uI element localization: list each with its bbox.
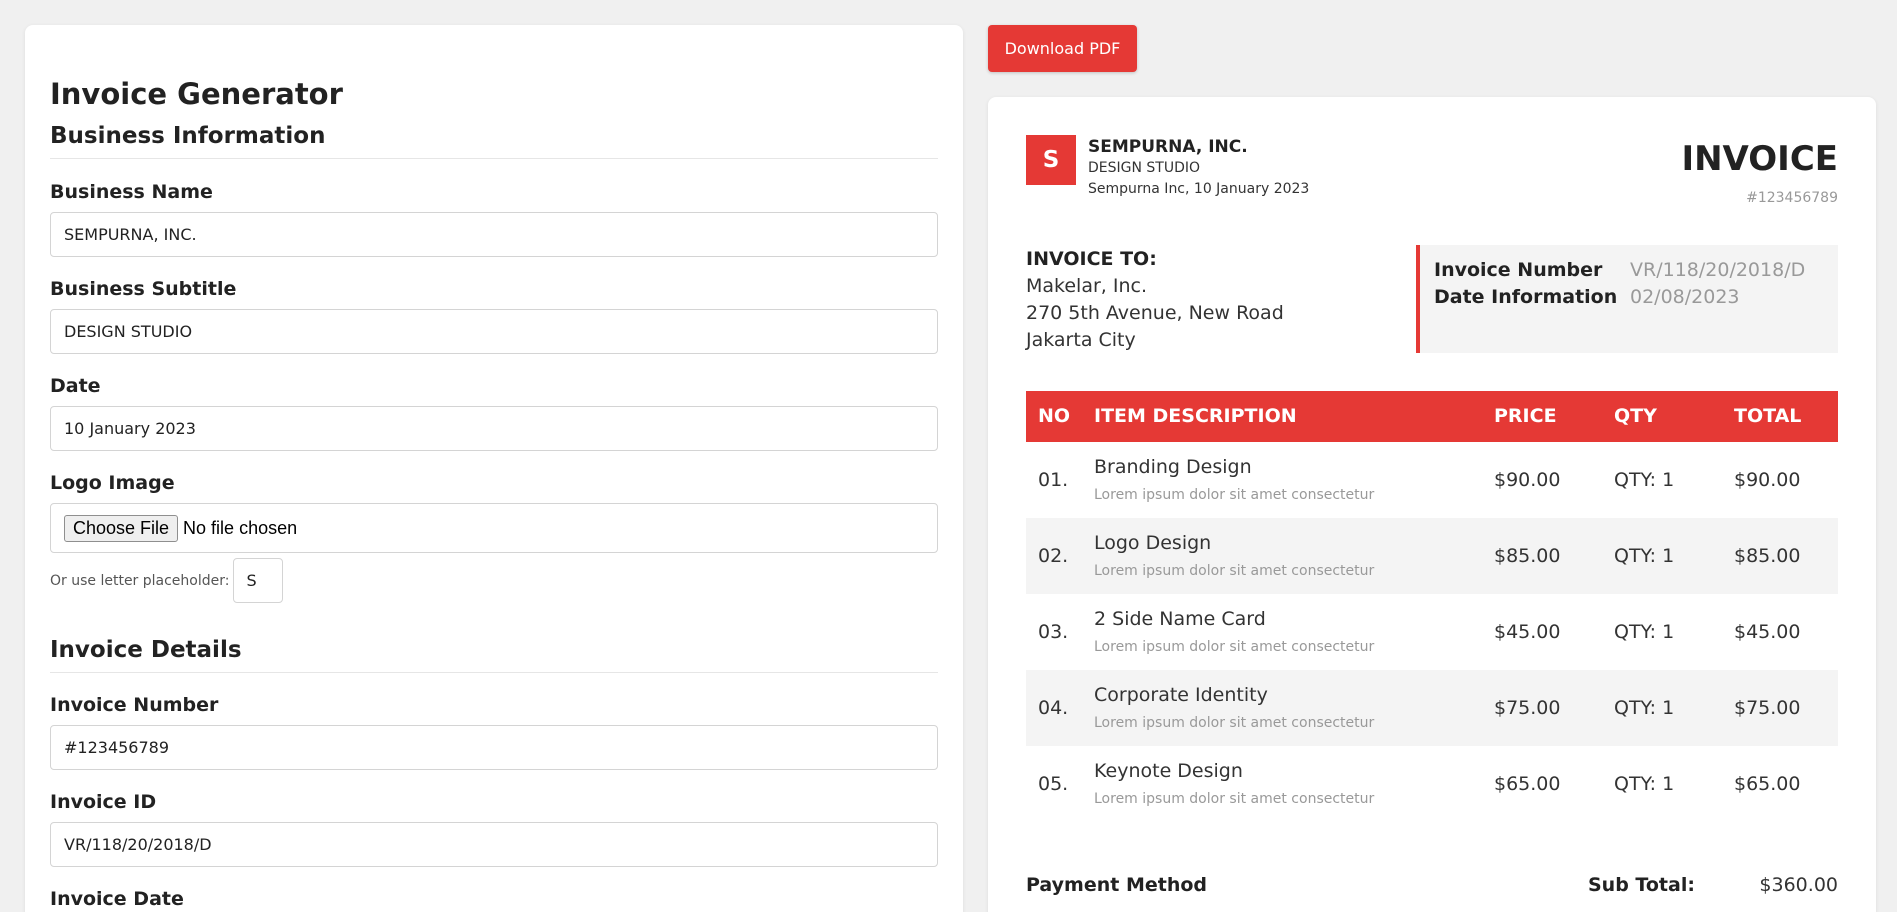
subtotal-value: $360.00 bbox=[1759, 874, 1838, 896]
letter-placeholder-label: Or use letter placeholder: bbox=[50, 572, 230, 589]
invoice-heading: INVOICE bbox=[1681, 139, 1838, 179]
item-number: 05. bbox=[1038, 773, 1069, 795]
item-number: 04. bbox=[1038, 697, 1069, 719]
item-price: $45.00 bbox=[1494, 621, 1561, 643]
item-total: $90.00 bbox=[1734, 469, 1801, 491]
item-description: Lorem ipsum dolor sit amet consectetur bbox=[1094, 791, 1375, 807]
date-label: Date bbox=[50, 375, 101, 397]
item-price: $65.00 bbox=[1494, 773, 1561, 795]
item-price: $85.00 bbox=[1494, 545, 1561, 567]
letter-placeholder-row: Or use letter placeholder: bbox=[50, 558, 284, 603]
info-number-value: VR/118/20/2018/D bbox=[1630, 259, 1806, 281]
invoice-to-label: INVOICE TO: bbox=[1026, 248, 1157, 270]
business-name-input[interactable] bbox=[50, 212, 938, 257]
item-number: 01. bbox=[1038, 469, 1069, 491]
item-total: $65.00 bbox=[1734, 773, 1801, 795]
invoice-form-panel: Invoice Generator Business Information B… bbox=[25, 25, 963, 912]
preview-business-line: Sempurna Inc, 10 January 2023 bbox=[1088, 181, 1310, 197]
item-total: $45.00 bbox=[1734, 621, 1801, 643]
invoice-number-label: Invoice Number bbox=[50, 694, 219, 716]
preview-business-name: SEMPURNA, INC. bbox=[1088, 137, 1248, 157]
section-divider bbox=[50, 158, 938, 159]
logo-image-label: Logo Image bbox=[50, 472, 175, 494]
items-table-header: NO ITEM DESCRIPTION PRICE QTY TOTAL bbox=[1026, 391, 1838, 442]
table-row: 04. Corporate Identity Lorem ipsum dolor… bbox=[1026, 670, 1838, 746]
download-pdf-button[interactable]: Download PDF bbox=[988, 25, 1137, 72]
info-number-label: Invoice Number bbox=[1434, 259, 1603, 281]
invoice-details-section-title: Invoice Details bbox=[50, 637, 242, 663]
invoice-id-label: Invoice ID bbox=[50, 791, 157, 813]
choose-file-button[interactable]: Choose File bbox=[64, 514, 179, 542]
item-qty: QTY: 1 bbox=[1614, 697, 1675, 719]
table-row: 05. Keynote Design Lorem ipsum dolor sit… bbox=[1026, 746, 1838, 822]
column-header: NO bbox=[1038, 405, 1071, 427]
item-name: Branding Design bbox=[1094, 456, 1252, 478]
invoice-preview: S SEMPURNA, INC. DESIGN STUDIO Sempurna … bbox=[988, 97, 1876, 912]
invoice-to-line: 270 5th Avenue, New Road bbox=[1026, 302, 1284, 324]
item-name: Keynote Design bbox=[1094, 760, 1243, 782]
payment-method-label: Payment Method bbox=[1026, 874, 1208, 896]
table-row: 02. Logo Design Lorem ipsum dolor sit am… bbox=[1026, 518, 1838, 594]
info-date-value: 02/08/2023 bbox=[1630, 286, 1740, 308]
invoice-id-input[interactable] bbox=[50, 822, 938, 867]
table-row: 03. 2 Side Name Card Lorem ipsum dolor s… bbox=[1026, 594, 1838, 670]
column-header: TOTAL bbox=[1734, 405, 1802, 427]
invoice-to-line: Makelar, Inc. bbox=[1026, 275, 1147, 297]
item-qty: QTY: 1 bbox=[1614, 545, 1675, 567]
item-description: Lorem ipsum dolor sit amet consectetur bbox=[1094, 639, 1375, 655]
item-description: Lorem ipsum dolor sit amet consectetur bbox=[1094, 487, 1375, 503]
item-qty: QTY: 1 bbox=[1614, 773, 1675, 795]
logo-file-input[interactable]: Choose File No file chosen bbox=[50, 503, 938, 553]
item-description: Lorem ipsum dolor sit amet consectetur bbox=[1094, 715, 1375, 731]
column-header: PRICE bbox=[1494, 405, 1557, 427]
form-title: Invoice Generator bbox=[50, 77, 343, 111]
invoice-to-line: Jakarta City bbox=[1026, 329, 1136, 351]
item-qty: QTY: 1 bbox=[1614, 469, 1675, 491]
preview-business-subtitle: DESIGN STUDIO bbox=[1088, 160, 1201, 176]
business-section-title: Business Information bbox=[50, 123, 326, 149]
file-status-text: No file chosen bbox=[183, 517, 298, 538]
invoice-date-label: Invoice Date bbox=[50, 888, 184, 910]
invoice-number-input[interactable] bbox=[50, 725, 938, 770]
invoice-info-box: Invoice Number VR/118/20/2018/D Date Inf… bbox=[1416, 245, 1838, 353]
item-qty: QTY: 1 bbox=[1614, 621, 1675, 643]
letter-placeholder-input[interactable] bbox=[233, 558, 284, 603]
item-total: $75.00 bbox=[1734, 697, 1801, 719]
item-name: Corporate Identity bbox=[1094, 684, 1268, 706]
section-divider bbox=[50, 672, 938, 673]
business-subtitle-input[interactable] bbox=[50, 309, 938, 354]
info-date-label: Date Information bbox=[1434, 286, 1618, 308]
item-price: $90.00 bbox=[1494, 469, 1561, 491]
subtotal-label: Sub Total: bbox=[1588, 874, 1695, 896]
date-input[interactable] bbox=[50, 406, 938, 451]
business-name-label: Business Name bbox=[50, 181, 213, 203]
item-name: 2 Side Name Card bbox=[1094, 608, 1266, 630]
business-subtitle-label: Business Subtitle bbox=[50, 278, 237, 300]
table-row: 01. Branding Design Lorem ipsum dolor si… bbox=[1026, 442, 1838, 518]
invoice-number: #123456789 bbox=[1746, 190, 1838, 206]
item-total: $85.00 bbox=[1734, 545, 1801, 567]
column-header: QTY bbox=[1614, 405, 1657, 427]
item-name: Logo Design bbox=[1094, 532, 1212, 554]
logo-placeholder: S bbox=[1026, 135, 1076, 185]
item-number: 03. bbox=[1038, 621, 1069, 643]
item-description: Lorem ipsum dolor sit amet consectetur bbox=[1094, 563, 1375, 579]
item-price: $75.00 bbox=[1494, 697, 1561, 719]
item-number: 02. bbox=[1038, 545, 1069, 567]
column-header: ITEM DESCRIPTION bbox=[1094, 405, 1297, 427]
